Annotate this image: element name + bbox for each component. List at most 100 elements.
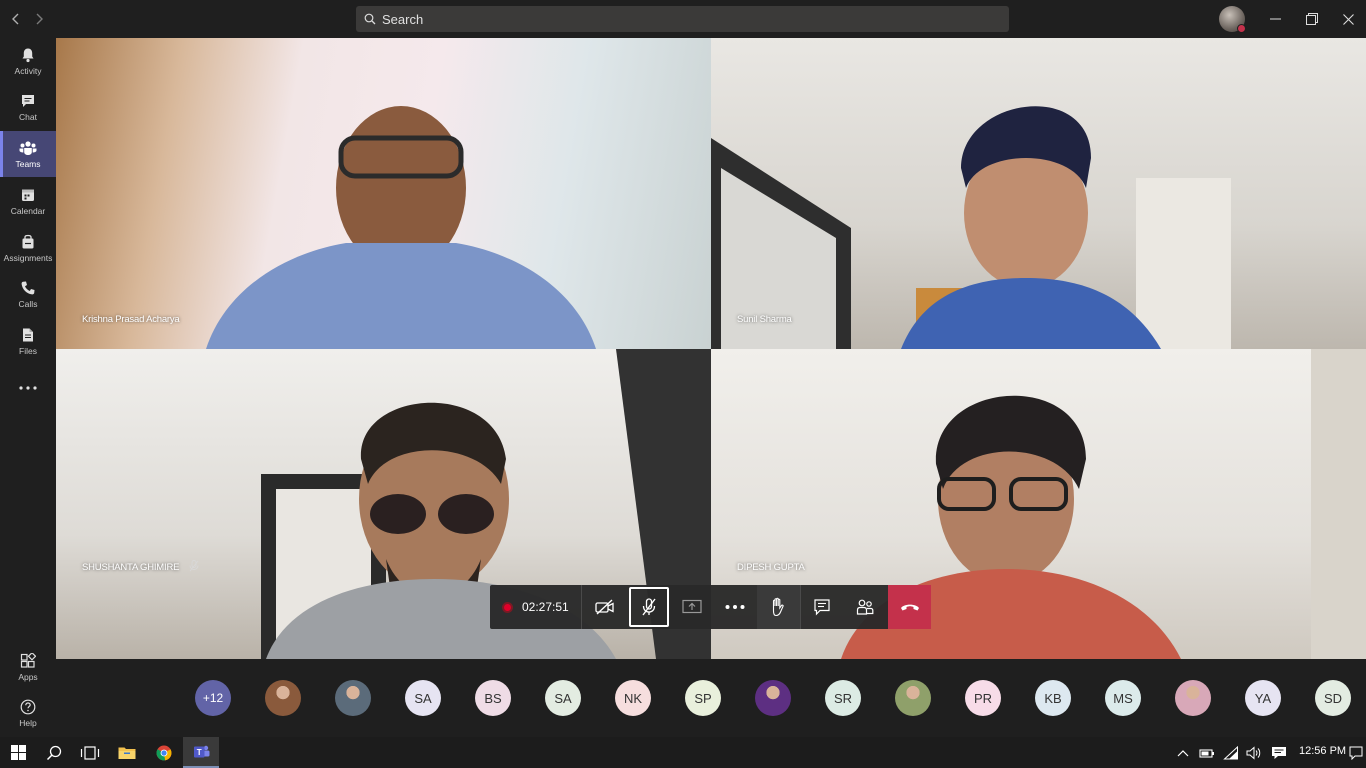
- back-arrow-icon[interactable]: [6, 9, 26, 29]
- rail-item-apps[interactable]: Apps: [0, 644, 56, 690]
- participant-avatar[interactable]: SA: [405, 680, 441, 716]
- volume-button[interactable]: [1246, 745, 1262, 761]
- chrome-button[interactable]: [146, 737, 182, 768]
- notification-center-button[interactable]: [1348, 745, 1364, 761]
- participant-avatar[interactable]: BS: [475, 680, 511, 716]
- windows-taskbar: T 12:56 PM: [0, 737, 1366, 768]
- participant-avatar[interactable]: SA: [545, 680, 581, 716]
- presence-status-badge: [1237, 24, 1246, 33]
- share-screen-icon: [682, 599, 702, 614]
- participant-avatar[interactable]: [755, 680, 791, 716]
- camera-off-button[interactable]: [584, 585, 627, 629]
- search-input[interactable]: Search: [356, 6, 1009, 32]
- wifi-button[interactable]: [1223, 745, 1239, 761]
- camera-off-icon: [595, 599, 614, 615]
- participant-name: SHUSHANTA GHIMIRE: [82, 562, 180, 573]
- participant-avatar[interactable]: [265, 680, 301, 716]
- participant-avatar[interactable]: [1175, 680, 1211, 716]
- teams-taskbar-button[interactable]: T: [183, 737, 219, 768]
- folder-icon: [118, 747, 136, 759]
- taskbar-search-button[interactable]: [36, 737, 72, 768]
- files-icon: [23, 328, 33, 341]
- mute-button[interactable]: [628, 587, 669, 627]
- participant-roster: +12 SA BS SA NK SP SR PR KB MS YA SD: [56, 659, 1366, 737]
- task-view-icon: [80, 745, 100, 760]
- close-icon[interactable]: [1329, 0, 1366, 38]
- participant-avatar[interactable]: YA: [1245, 680, 1281, 716]
- chat-icon: [22, 94, 34, 107]
- file-explorer-button[interactable]: [109, 737, 145, 768]
- task-view-button[interactable]: [72, 737, 108, 768]
- rail-item-calls[interactable]: Calls: [0, 271, 56, 317]
- rail-more-button[interactable]: [0, 365, 56, 411]
- rail-item-teams[interactable]: Teams: [0, 131, 56, 177]
- more-actions-button[interactable]: [714, 585, 757, 629]
- rail-item-calendar[interactable]: Calendar: [0, 178, 56, 224]
- assignments-icon: [22, 234, 34, 248]
- battery-icon: [1199, 749, 1214, 758]
- search-placeholder: Search: [382, 11, 424, 27]
- more-icon: [19, 386, 37, 390]
- rail-item-label: Files: [19, 345, 37, 356]
- notifications-button[interactable]: [1271, 745, 1287, 761]
- video-tile[interactable]: Sunil Sharma: [711, 38, 1366, 349]
- chevron-up-icon: [1177, 750, 1189, 757]
- chat-icon: [814, 599, 830, 616]
- teams-icon: [19, 140, 37, 155]
- start-button[interactable]: [0, 737, 36, 768]
- participant-avatar[interactable]: [335, 680, 371, 716]
- participant-avatar[interactable]: SP: [685, 680, 721, 716]
- more-participants-button[interactable]: +12: [195, 680, 231, 716]
- windows-logo-icon: [10, 745, 26, 760]
- mic-off-icon: [189, 560, 199, 572]
- call-duration: 02:27:51: [522, 600, 569, 614]
- more-icon: [725, 605, 745, 609]
- rail-item-chat[interactable]: Chat: [0, 84, 56, 130]
- show-participants-button[interactable]: [844, 585, 887, 629]
- phone-icon: [21, 281, 35, 294]
- title-bar: Search: [0, 0, 1366, 38]
- call-controls-bar: 02:27:51: [490, 585, 931, 629]
- share-screen-button[interactable]: [671, 585, 714, 629]
- rail-item-help[interactable]: Help: [0, 690, 56, 736]
- participant-video-image: [711, 106, 1231, 349]
- wifi-icon: [1223, 746, 1238, 760]
- calendar-icon: [22, 189, 34, 201]
- participant-avatar[interactable]: PR: [965, 680, 1001, 716]
- participant-avatar[interactable]: MS: [1105, 680, 1141, 716]
- rail-item-label: Assignments: [3, 252, 53, 263]
- show-conversation-button[interactable]: [801, 585, 844, 629]
- participant-avatar[interactable]: SD: [1315, 680, 1351, 716]
- rail-item-files[interactable]: Files: [0, 318, 56, 364]
- teams-icon: T: [193, 745, 209, 757]
- participant-name: DIPESH GUPTA: [737, 562, 805, 573]
- recording-dot-icon: [502, 601, 513, 613]
- hang-up-button[interactable]: [888, 585, 931, 629]
- battery-button[interactable]: [1199, 745, 1215, 761]
- taskbar-clock[interactable]: 12:56 PM: [1299, 745, 1346, 757]
- show-hidden-icons-button[interactable]: [1175, 745, 1191, 761]
- participants-icon: [857, 599, 874, 615]
- participant-avatar[interactable]: NK: [615, 680, 651, 716]
- recording-timer: 02:27:51: [490, 585, 582, 629]
- participant-name: Sunil Sharma: [737, 314, 792, 325]
- action-center-icon: [1349, 746, 1363, 760]
- search-icon: [364, 13, 376, 25]
- rail-item-assignments[interactable]: Assignments: [0, 225, 56, 271]
- restore-icon[interactable]: [1293, 0, 1331, 38]
- minimize-icon[interactable]: [1256, 0, 1294, 38]
- participant-video-image: [206, 106, 596, 349]
- video-tile[interactable]: Krishna Prasad Acharya: [56, 38, 711, 349]
- teams-window: { "search": { "placeholder": "Search" },…: [0, 0, 1366, 768]
- participant-avatar[interactable]: KB: [1035, 680, 1071, 716]
- forward-arrow-icon[interactable]: [29, 9, 49, 29]
- help-icon: [20, 699, 36, 714]
- participant-name: Krishna Prasad Acharya: [82, 314, 180, 325]
- app-rail: Activity Chat Teams Calendar Assignments…: [0, 38, 56, 737]
- raise-hand-button[interactable]: [756, 585, 800, 629]
- search-icon: [46, 745, 62, 760]
- participant-avatar[interactable]: [895, 680, 931, 716]
- rail-item-activity[interactable]: Activity: [0, 38, 56, 84]
- hang-up-icon: [900, 604, 919, 611]
- participant-avatar[interactable]: SR: [825, 680, 861, 716]
